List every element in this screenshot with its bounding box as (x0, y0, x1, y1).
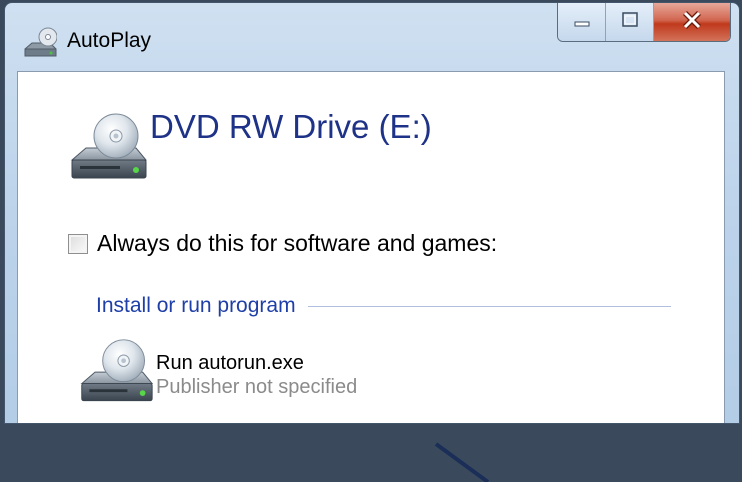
close-button[interactable] (654, 3, 730, 41)
drive-name: DVD RW Drive (E:) (150, 108, 432, 145)
section-divider (307, 305, 671, 307)
minimize-button[interactable] (558, 3, 606, 41)
autoplay-window: AutoPlay DVD RW Drive (E:) Always do thi… (4, 2, 740, 482)
window-title: AutoPlay (67, 29, 152, 52)
title-bar[interactable]: AutoPlay (5, 3, 739, 73)
section-header: Install or run program (96, 294, 671, 318)
option-title: Run autorun.exe (156, 352, 304, 374)
maximize-icon (620, 11, 640, 33)
close-icon (681, 10, 703, 34)
section-title: Install or run program (96, 294, 296, 317)
dialog-content: DVD RW Drive (E:) Always do this for sof… (17, 71, 725, 482)
dvd-drive-icon (76, 336, 156, 414)
minimize-icon (572, 13, 592, 32)
caption-buttons (557, 3, 731, 42)
dvd-drive-icon (66, 110, 150, 192)
maximize-button[interactable] (606, 3, 654, 41)
always-do-this-label[interactable]: Always do this for software and games: (97, 230, 497, 257)
autoplay-icon (23, 25, 58, 59)
always-do-this-row[interactable]: Always do this for software and games: (68, 230, 497, 257)
option-publisher: Publisher not specified (156, 376, 358, 398)
annotation-arrow (434, 442, 490, 482)
always-do-this-checkbox[interactable] (68, 233, 88, 254)
